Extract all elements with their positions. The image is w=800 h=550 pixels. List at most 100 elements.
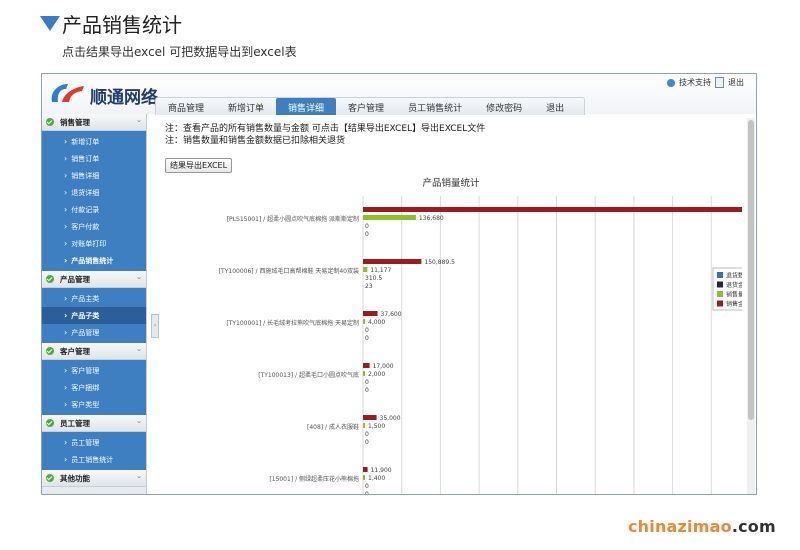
bar-sales-qty: [363, 319, 365, 324]
sidebar-group-label: 员工管理: [60, 418, 90, 428]
category-label: [TY100013] / 超柔毛口小圆点吹气底: [258, 371, 359, 379]
bar-sales-qty: [363, 423, 365, 428]
tech-support-link[interactable]: 技术支持: [679, 77, 711, 88]
sidebar-item-product-management[interactable]: 产品管理: [42, 324, 146, 341]
sidebar-item-product-main-category[interactable]: 产品主类: [42, 290, 146, 307]
legend-swatch: [717, 272, 723, 278]
bar-sales-amount: [363, 207, 742, 212]
legend-swatch: [717, 291, 723, 297]
bar-sales-qty: [363, 475, 365, 480]
category-label: [15001] / 侧绿超柔压花小熊棉拖: [269, 475, 359, 483]
check-icon: [46, 347, 54, 355]
scrollbar-thumb[interactable]: [748, 120, 754, 420]
sidebar-item-product-sales-stats[interactable]: 产品销售统计: [42, 252, 146, 269]
tab-change-password[interactable]: 修改密码: [474, 98, 534, 115]
legend-label: 退货金额: [726, 281, 742, 289]
sidebar-group-label: 产品管理: [60, 274, 90, 284]
sidebar: 销售管理 ⌄ 新增订单 销售订单 销售详细 退货详细 付款记录 客户付款 对账单打…: [42, 114, 147, 494]
sidebar-item-sales-orders[interactable]: 销售订单: [42, 150, 146, 167]
data-label-return-amount: 310.5: [365, 275, 382, 282]
check-icon: [46, 419, 54, 427]
tab-exit[interactable]: 退出: [534, 98, 576, 115]
category-label: [TY100001] / 长毛绒考拉熊吹气底棉拖 天易定制: [226, 319, 359, 327]
category-label: [408] / 成人衣服鞋: [307, 423, 359, 431]
sidebar-group-customers[interactable]: 客户管理 ⌄: [42, 343, 146, 360]
sales-chart: 产品销量统计[PLS15001] / 超柔小圆点吹气底棉拖 派斯斯定制997,7…: [219, 177, 742, 494]
data-label-return-qty: 0: [365, 491, 369, 494]
logo-text: 顺通网络: [90, 88, 158, 108]
vertical-scrollbar[interactable]: [747, 118, 755, 494]
sidebar-item-new-order[interactable]: 新增订单: [42, 133, 146, 150]
sidebar-group-label: 客户管理: [60, 346, 90, 356]
data-label-return-amount: 0: [365, 379, 369, 386]
chevron-down-icon: ⌄: [136, 345, 142, 353]
sidebar-group-products[interactable]: 产品管理 ⌄: [42, 271, 146, 288]
data-label-amount: 37,600: [381, 311, 402, 318]
check-icon: [46, 275, 54, 283]
chevron-down-icon: ⌄: [136, 116, 142, 124]
logout-link[interactable]: 退出: [728, 77, 744, 88]
legend-swatch: [717, 300, 723, 307]
data-label-return-qty: 0: [365, 335, 369, 342]
data-label-return-amount: 0: [365, 223, 369, 230]
tab-staff-sales-stats[interactable]: 员工销售统计: [396, 98, 474, 115]
sidebar-item-customer-type[interactable]: 客户类型: [42, 396, 146, 413]
app-window: 顺通网络 技术支持 退出 商品管理 新增订单 销售详细 客户管理 员工销售统计 …: [41, 73, 757, 495]
sidebar-item-staff-management[interactable]: 员工管理: [42, 434, 146, 451]
bar-sales-qty: [363, 371, 365, 376]
help-icon: [667, 78, 675, 87]
sidebar-item-sales-detail[interactable]: 销售详细: [42, 167, 146, 184]
data-label-amount: 35,000: [380, 415, 401, 422]
data-label-qty: 2,000: [368, 371, 385, 378]
data-label-return-amount: 0: [365, 431, 369, 438]
chart-title: 产品销量统计: [422, 177, 480, 189]
sidebar-item-return-detail[interactable]: 退货详细: [42, 184, 146, 201]
data-label-return-qty: 0: [365, 231, 369, 238]
data-label-amount: 11,900: [371, 467, 392, 474]
tab-new-order[interactable]: 新增订单: [216, 98, 276, 115]
sidebar-item-customer-payment[interactable]: 客户付款: [42, 218, 146, 235]
bar-sales-qty: [363, 215, 416, 220]
watermark: chinazimao.com: [628, 517, 776, 536]
watermark-name: chinazimao: [628, 517, 732, 536]
bar-sales-qty: [363, 267, 368, 272]
data-label-return-qty: 0: [365, 387, 369, 394]
sidebar-item-customer-management[interactable]: 客户管理: [42, 362, 146, 379]
category-label: [TY100006] / 西施绒毛口高帮棉鞋 天易定制40双装: [219, 267, 359, 275]
sidebar-item-payment-records[interactable]: 付款记录: [42, 201, 146, 218]
sidebar-item-product-sub-category[interactable]: 产品子类: [42, 307, 146, 324]
page-subtitle: 点击结果导出excel 可把数据导出到excel表: [62, 45, 297, 59]
bar-sales-amount: [363, 415, 377, 420]
category-label: [PLS15001] / 超柔小圆点吹气底棉拖 派斯斯定制: [227, 215, 359, 223]
data-label-amount: 17,000: [373, 363, 394, 370]
document-icon: [715, 77, 724, 88]
bar-sales-amount: [363, 363, 370, 368]
sidebar-group-sales[interactable]: 销售管理 ⌄: [42, 114, 146, 131]
sidebar-item-statement-print[interactable]: 对账单打印: [42, 235, 146, 252]
sidebar-group-other[interactable]: 其他功能 ⌄: [42, 470, 146, 487]
tab-sales-detail[interactable]: 销售详细: [276, 98, 337, 115]
sidebar-item-customer-binding[interactable]: 客户捆绑: [42, 379, 146, 396]
check-icon: [46, 474, 54, 482]
chevron-down-icon: ⌄: [136, 273, 142, 281]
header-triangle-icon: [40, 16, 60, 31]
data-label-qty: 11,177: [370, 267, 391, 274]
sidebar-group-label: 销售管理: [60, 117, 90, 127]
top-links: 技术支持 退出: [667, 77, 744, 88]
tab-customer-management[interactable]: 客户管理: [336, 98, 396, 115]
legend-label: 退货数量: [726, 272, 742, 280]
tab-product-management[interactable]: 商品管理: [156, 98, 216, 115]
data-label-qty: 1,500: [368, 423, 385, 430]
sidebar-collapse-handle[interactable]: ‹: [151, 314, 159, 338]
legend-label: 销售金额: [726, 300, 742, 308]
sidebar-item-staff-sales-stats[interactable]: 员工销售统计: [42, 451, 146, 468]
sidebar-group-staff[interactable]: 员工管理 ⌄: [42, 415, 146, 432]
logo-icon: [51, 84, 84, 102]
data-label-amount: 150,889.5: [424, 259, 455, 266]
app-topbar: 顺通网络 技术支持 退出 商品管理 新增订单 销售详细 客户管理 员工销售统计 …: [42, 74, 756, 115]
data-label-return-amount: 0: [365, 483, 369, 490]
data-label-return-qty: 23: [365, 283, 373, 290]
watermark-domain: .com: [731, 517, 776, 536]
data-label-return-qty: 0: [365, 439, 369, 446]
page-title: 产品销售统计: [62, 13, 182, 37]
